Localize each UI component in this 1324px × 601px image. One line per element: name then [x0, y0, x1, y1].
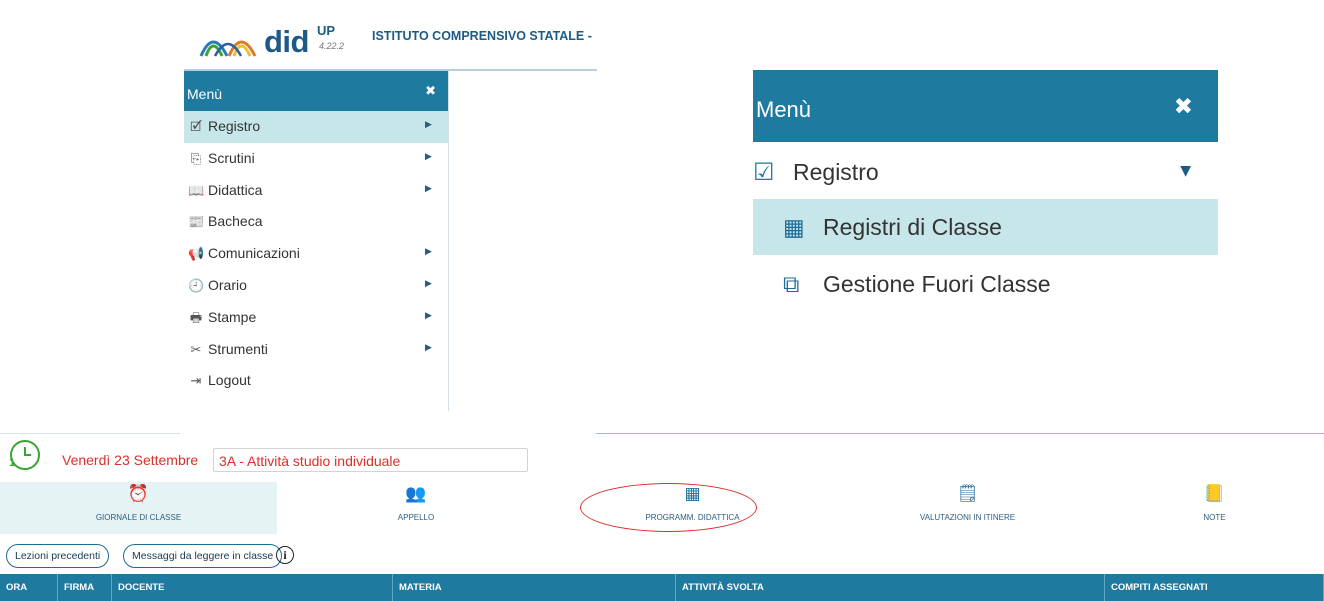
submenu-item-label: Gestione Fuori Classe [823, 271, 1051, 297]
sidebar-title: Menù [187, 86, 223, 102]
sidebar-item-logout[interactable]: ⇥ Logout [184, 365, 448, 397]
tab-note[interactable]: 📒 NOTE [1105, 482, 1324, 534]
rainbow-logo-icon [199, 40, 257, 57]
tab-appello[interactable]: 👥 APPELLO [277, 482, 555, 534]
sidebar-item-didattica[interactable]: 📖 Didattica ▶ [184, 175, 448, 207]
sidebar-item-scrutini[interactable]: ⎘ Scrutini ▶ [184, 143, 448, 175]
sidebar-item-label: Strumenti [208, 340, 268, 357]
menu-item-registro[interactable]: ☑ Registro ▼ [753, 142, 1218, 199]
external-link-icon: ⧉ [783, 272, 800, 298]
tab-label: GIORNALE DI CLASSE [95, 513, 182, 522]
tab-label: NOTE [1203, 513, 1226, 522]
megaphone-icon: 📢 [188, 247, 205, 263]
sidebar-item-orario[interactable]: 🕘 Orario ▶ [184, 270, 448, 302]
sidebar-item-label: Didattica [208, 181, 263, 198]
sidebar-item-registro[interactable]: 🗹 Registro ▶ [184, 111, 448, 143]
chevron-right-icon[interactable]: ▶ [425, 279, 432, 289]
logout-icon: ⇥ [190, 374, 202, 390]
tab-giornale-di-classe[interactable]: ⏰ GIORNALE DI CLASSE [0, 482, 277, 534]
school-name: ISTITUTO COMPRENSIVO STATALE - [372, 29, 592, 43]
previous-lessons-button[interactable]: Lezioni precedenti [6, 544, 110, 568]
column-header[interactable]: COMPITI ASSEGNATI [1105, 574, 1324, 601]
column-header[interactable]: FIRMA [58, 574, 112, 601]
tab-label: APPELLO [397, 513, 435, 522]
register-table-header: ORA FIRMA DOCENTE MATERIA ATTIVITÀ SVOLTA COM… [0, 574, 1324, 601]
sidebar-item-label: Registro [208, 118, 261, 134]
file-export-icon: ⎘ [190, 151, 202, 167]
column-header[interactable]: MATERIA [393, 574, 676, 601]
printer-icon: 🖶 [189, 310, 203, 326]
chevron-right-icon[interactable]: ▶ [425, 120, 432, 130]
sidebar-item-comunicazioni[interactable]: 📢 Comunicazioni ▶ [184, 238, 448, 270]
submenu-item-gestione-fuori-classe[interactable]: ⧉ Gestione Fuori Classe [753, 255, 1218, 312]
sidebar-item-label: Comunicazioni [208, 245, 300, 262]
evaluation-icon: 🗒 [956, 484, 979, 504]
register-actions: Lezioni precedenti Messaggi da leggere i… [0, 541, 600, 569]
zoomed-menu: Menù ✖ ☑ Registro ▼ ▦ Registri di Classe ⧉… [753, 70, 1218, 310]
sidebar-item-label: Stampe [208, 308, 257, 325]
sidebar-item-label: Orario [208, 276, 247, 293]
sidebar-item-stampe[interactable]: 🖶 Stampe ▶ [184, 302, 448, 334]
caret-down-icon[interactable]: ▼ [1180, 163, 1191, 179]
notes-icon: 📒 [1203, 484, 1226, 504]
chevron-right-icon[interactable]: ▶ [425, 311, 432, 321]
column-header[interactable]: ATTIVITÀ SVOLTA [676, 574, 1105, 601]
sidebar-item-label: Scrutini [208, 149, 255, 166]
info-icon[interactable]: i [276, 546, 294, 564]
app-header: did UP 4.22.2 ISTITUTO COMPRENSIVO STATA… [184, 10, 597, 70]
calendar-check-icon: 🗹 [190, 120, 202, 135]
chevron-right-icon[interactable]: ▶ [425, 247, 432, 257]
clock-icon: 🕘 [188, 278, 205, 294]
column-header[interactable]: ORA [0, 574, 58, 601]
sidebar-item-label: Logout [208, 372, 251, 389]
sidebar-item-label: Bacheca [208, 213, 263, 230]
logo-superscript: UP [317, 23, 336, 38]
calendar-check-icon: ☑ [753, 158, 775, 186]
lesson-date-bar: 1 Venerdì 23 Settembre 3A - Attività stu… [0, 433, 1324, 481]
tab-label: VALUTAZIONI IN ITINERE [919, 513, 1016, 522]
sidebar-menu: Menù ✖ 🗹 Registro ▶ ⎘ Scrutini ▶ 📖 Didattica ▶ 📰 B… [184, 71, 448, 411]
zoomed-menu-header: Menù ✖ [753, 70, 1218, 142]
logo-wordmark: did [264, 24, 310, 59]
newspaper-icon: 📰 [188, 215, 205, 231]
lesson-hour-badge: 1 [9, 457, 16, 469]
chevron-right-icon[interactable]: ▶ [425, 343, 432, 353]
lesson-selector[interactable]: 3A - Attività studio individuale [213, 448, 528, 472]
tools-icon: ✂ [190, 342, 202, 358]
close-icon[interactable]: ✖ [425, 84, 436, 99]
lesson-date: Venerdì 23 Settembre [62, 452, 199, 468]
sidebar-header: Menù ✖ [184, 71, 448, 111]
chevron-right-icon[interactable]: ▶ [425, 184, 432, 194]
app-version: 4.22.2 [319, 41, 345, 51]
tab-valutazioni-in-itinere[interactable]: 🗒 VALUTAZIONI IN ITINERE [830, 482, 1105, 534]
highlight-ellipse [580, 483, 757, 532]
sidebar-item-bacheca[interactable]: 📰 Bacheca [184, 206, 448, 238]
book-open-icon: 📖 [188, 183, 205, 199]
submenu-item-registri-di-classe[interactable]: ▦ Registri di Classe [753, 198, 1218, 255]
sidebar-divider [448, 71, 449, 411]
sidebar-items: 🗹 Registro ▶ ⎘ Scrutini ▶ 📖 Didattica ▶ 📰 Bacheca 📢… [184, 111, 448, 397]
menu-item-label: Registro [793, 159, 879, 185]
submenu-item-label: Registri di Classe [823, 213, 1002, 240]
column-header[interactable]: DOCENTE [112, 574, 393, 601]
messages-to-read-button[interactable]: Messaggi da leggere in classe [123, 544, 283, 568]
alarm-clock-icon: ⏰ [127, 484, 150, 504]
zoomed-menu-title: Menù [756, 97, 812, 122]
chevron-right-icon[interactable]: ▶ [425, 152, 432, 162]
people-icon: 👥 [405, 484, 427, 504]
calendar-grid-icon: ▦ [783, 214, 805, 241]
sidebar-item-strumenti[interactable]: ✂ Strumenti ▶ [184, 334, 448, 366]
close-icon[interactable]: ✖ [1174, 94, 1193, 120]
